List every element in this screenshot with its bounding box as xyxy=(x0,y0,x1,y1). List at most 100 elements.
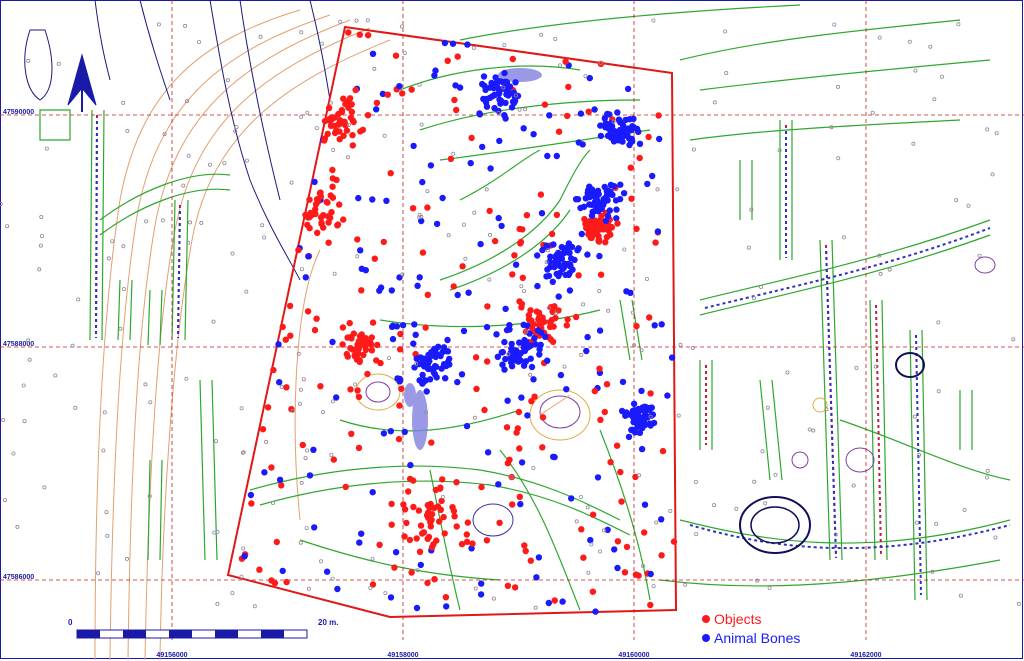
find-point xyxy=(364,32,372,39)
find-point xyxy=(514,425,521,432)
find-point xyxy=(414,282,421,289)
find-point xyxy=(283,384,290,391)
find-point xyxy=(578,230,585,238)
find-point xyxy=(408,86,415,93)
find-point xyxy=(621,569,629,576)
find-point xyxy=(539,444,546,451)
bone-point xyxy=(510,99,518,107)
object-point xyxy=(364,112,372,119)
find-point xyxy=(584,333,591,341)
find-point xyxy=(618,498,625,505)
find-point xyxy=(409,205,417,212)
find-point xyxy=(259,426,267,433)
bone-point xyxy=(501,338,508,346)
bone-point xyxy=(517,357,524,364)
bone-point xyxy=(555,249,562,257)
find-point xyxy=(271,579,279,587)
find-point xyxy=(467,159,474,167)
find-point xyxy=(424,291,431,298)
find-point xyxy=(305,253,312,260)
find-point xyxy=(387,594,395,601)
find-point xyxy=(496,137,503,145)
find-point xyxy=(358,287,365,294)
object-point xyxy=(328,209,335,216)
bone-point xyxy=(508,345,515,352)
find-point xyxy=(649,172,656,180)
find-point xyxy=(651,322,658,329)
bone-point xyxy=(642,421,649,428)
find-point xyxy=(348,430,355,437)
find-point xyxy=(619,378,627,386)
object-point xyxy=(401,533,408,540)
find-point xyxy=(504,397,511,404)
object-point xyxy=(369,319,377,326)
find-point xyxy=(419,249,427,256)
bone-point xyxy=(476,110,483,117)
object-point xyxy=(431,504,438,512)
object-point xyxy=(432,486,440,494)
find-point xyxy=(264,404,272,411)
bone-point xyxy=(572,196,580,203)
northing-label-3: 47586000 xyxy=(3,574,34,581)
find-point xyxy=(248,500,255,507)
find-point xyxy=(463,422,471,430)
object-point xyxy=(597,226,604,233)
find-point xyxy=(478,580,485,587)
find-point xyxy=(495,214,502,222)
object-point xyxy=(547,319,554,326)
find-point xyxy=(646,314,653,321)
object-point xyxy=(329,166,336,174)
find-point xyxy=(597,271,605,278)
find-point xyxy=(396,346,404,353)
bone-point xyxy=(480,95,487,103)
find-point xyxy=(668,354,676,361)
bone-point xyxy=(428,365,436,373)
object-point xyxy=(343,350,350,358)
find-point xyxy=(364,370,371,378)
find-point xyxy=(565,83,572,91)
bone-point xyxy=(604,212,612,220)
find-point xyxy=(384,91,391,98)
bone-point xyxy=(571,256,578,264)
object-point xyxy=(406,536,414,544)
find-point xyxy=(302,274,309,281)
find-point xyxy=(392,549,400,556)
find-point xyxy=(486,207,493,215)
find-point xyxy=(563,386,570,393)
bone-point xyxy=(492,74,499,81)
find-point xyxy=(398,385,405,392)
object-point xyxy=(374,341,381,349)
find-point xyxy=(347,386,354,393)
bone-point xyxy=(530,376,537,383)
find-point xyxy=(396,402,403,409)
find-point xyxy=(442,594,450,601)
find-point xyxy=(369,50,377,57)
find-point xyxy=(520,125,527,132)
object-point xyxy=(403,519,410,527)
find-point xyxy=(373,106,380,113)
find-point xyxy=(433,220,441,228)
object-point xyxy=(349,346,356,353)
find-point xyxy=(518,394,525,401)
find-point xyxy=(358,530,365,537)
object-point xyxy=(334,221,342,228)
find-point xyxy=(311,524,318,531)
find-point xyxy=(276,476,284,483)
object-point xyxy=(419,530,426,537)
find-point xyxy=(279,567,286,575)
object-point xyxy=(535,309,543,316)
bone-point xyxy=(551,263,558,271)
find-point xyxy=(424,579,431,587)
bone-point xyxy=(606,207,613,214)
bone-point xyxy=(575,245,582,252)
object-point xyxy=(324,199,331,206)
find-point xyxy=(483,537,491,544)
find-point xyxy=(468,134,475,142)
find-point xyxy=(564,112,571,120)
find-point xyxy=(614,538,622,545)
object-point xyxy=(367,339,374,347)
find-point xyxy=(502,305,509,312)
find-point xyxy=(515,408,523,416)
legend-bones-marker xyxy=(702,634,710,642)
object-point xyxy=(406,475,414,483)
